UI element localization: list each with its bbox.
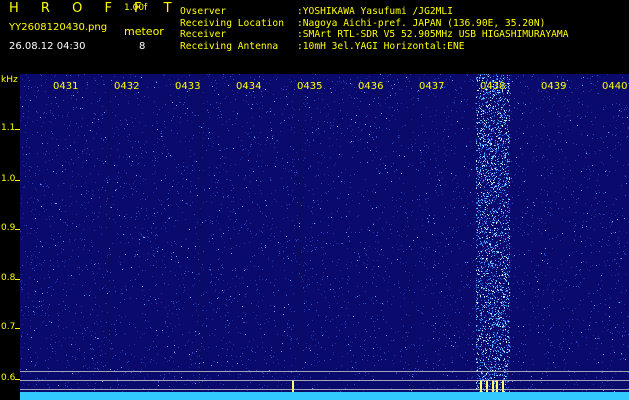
- time-tick-label: 0440: [602, 81, 628, 92]
- spectrogram-noise: [20, 74, 629, 394]
- info-row-observer: Ovserver :YOSHIKAWA Yasufumi /JG2MLI: [180, 6, 568, 18]
- image-filename: YY2608120430.png: [9, 22, 108, 33]
- info-value: :SMArt RTL-SDR V5 52.905MHz USB HIGASHIM…: [297, 29, 569, 41]
- baseline-signal-band: [20, 392, 629, 400]
- time-tick-label: 0434: [236, 81, 262, 92]
- capture-datetime: 26.08.12 04:30: [9, 41, 86, 52]
- frequency-tick-label: 1.0: [1, 174, 16, 184]
- time-tick-label: 0433: [175, 81, 201, 92]
- time-tick-label: 0436: [358, 81, 384, 92]
- info-label: Ovserver: [180, 6, 227, 17]
- guide-line: [20, 380, 629, 381]
- info-label: Receiving Antenna: [180, 40, 279, 52]
- meteor-count: 8: [139, 41, 146, 52]
- meteor-label: meteor: [124, 25, 164, 38]
- station-info: Ovserver :YOSHIKAWA Yasufumi /JG2MLI Rece…: [180, 6, 568, 52]
- frequency-tick-mark: [15, 229, 20, 230]
- info-label: Receiver: [180, 29, 227, 41]
- info-row-location: Receiving Location :Nagoya Aichi-pref. JA…: [180, 18, 568, 30]
- info-label: Receiving Location: [180, 17, 284, 29]
- info-value: :YOSHIKAWA Yasufumi /JG2MLI: [297, 6, 453, 17]
- info-value: :Nagoya Aichi-pref. JAPAN (136.90E, 35.2…: [297, 17, 546, 29]
- header-panel: H R O F F T 1.00f YY2608120430.png meteo…: [0, 0, 629, 74]
- frequency-unit-label: kHz: [1, 75, 18, 85]
- time-tick-label: 0432: [114, 81, 140, 92]
- time-tick-label: 0431: [53, 81, 79, 92]
- frequency-tick-label: 0.8: [1, 273, 16, 283]
- frequency-tick-mark: [15, 279, 20, 280]
- frequency-tick-mark: [15, 180, 20, 181]
- frequency-tick-mark: [15, 328, 20, 329]
- info-value: :10mH 3el.YAGI Horizontal:ENE: [297, 40, 465, 52]
- frequency-tick-label: 0.6: [1, 373, 16, 383]
- frequency-tick-label: 0.7: [1, 322, 16, 332]
- spectrogram: [20, 74, 629, 400]
- app-brand: H R O F F T: [9, 1, 181, 16]
- frequency-tick-label: 0.9: [1, 223, 16, 233]
- time-tick-label: 0437: [419, 81, 445, 92]
- time-tick-label: 0439: [541, 81, 567, 92]
- guide-line: [20, 371, 629, 372]
- guide-line: [20, 389, 629, 390]
- time-tick-label: 0435: [297, 81, 323, 92]
- time-tick-label: 0438: [480, 81, 506, 92]
- info-row-receiver: Receiver :SMArt RTL-SDR V5 52.905MHz USB …: [180, 29, 568, 41]
- app-version: 1.00f: [124, 3, 148, 13]
- frequency-tick-label: 1.1: [1, 123, 16, 133]
- info-row-antenna: Receiving Antenna :10mH 3el.YAGI Horizont…: [180, 41, 568, 53]
- frequency-tick-mark: [15, 129, 20, 130]
